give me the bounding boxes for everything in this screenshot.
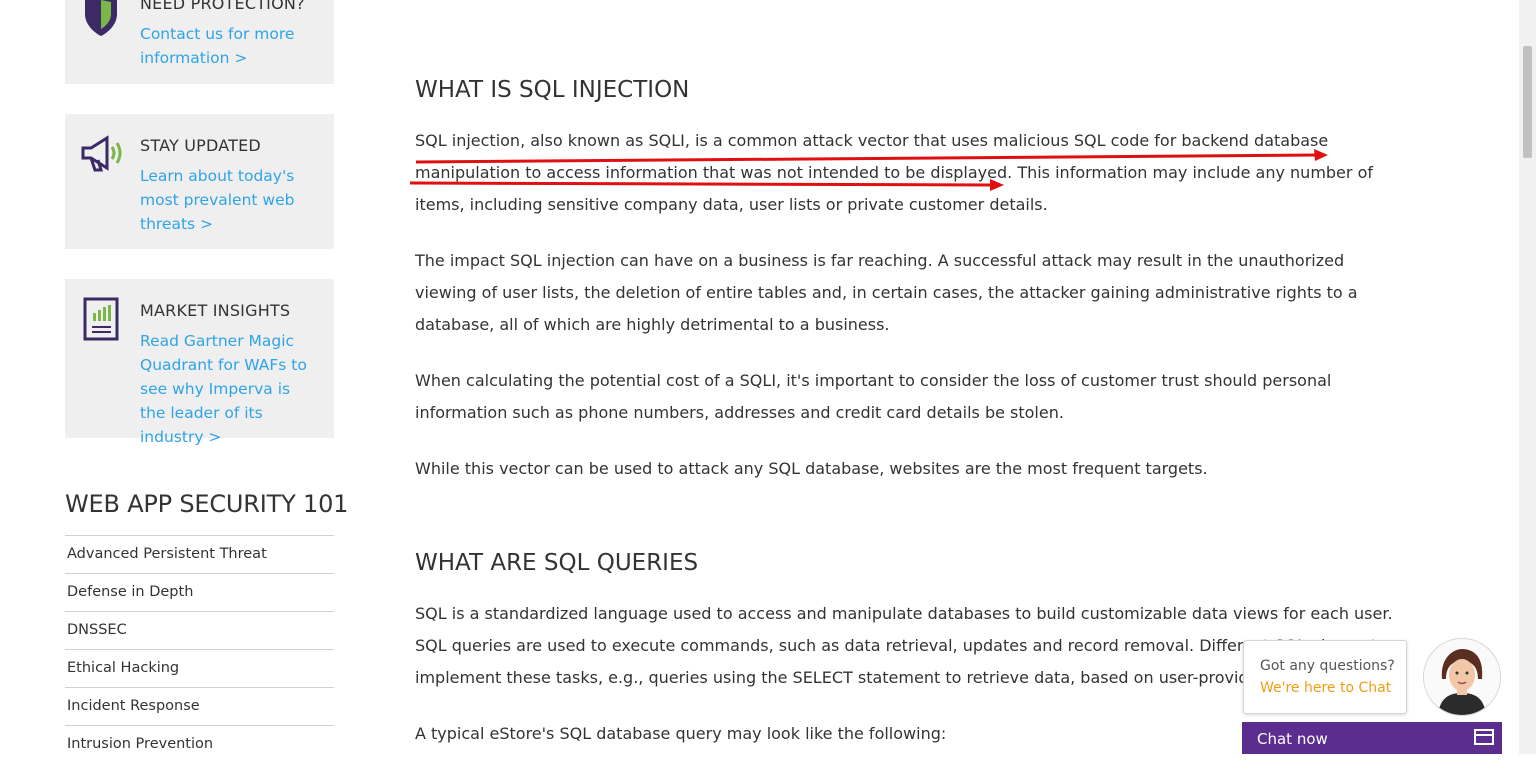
list-item[interactable]: Intrusion Prevention (65, 725, 334, 763)
gartner-link[interactable]: Read Gartner Magic Quadrant for WAFs to … (140, 329, 310, 449)
section-title: WEB APP SECURITY 101 (65, 490, 349, 518)
promo-title: MARKET INSIGHTS (140, 301, 291, 320)
heading-what-are-sql-queries: WHAT ARE SQL QUERIES (415, 550, 699, 576)
list-item[interactable]: Incident Response (65, 687, 334, 725)
chat-question: Got any questions? (1260, 658, 1395, 674)
promo-title: STAY UPDATED (140, 136, 261, 155)
list-item[interactable]: Advanced Persistent Threat (65, 535, 334, 573)
threats-link[interactable]: Learn about today's most prevalent web t… (140, 164, 310, 236)
chat-now-label: Chat now (1257, 730, 1328, 748)
chat-agent-avatar[interactable] (1423, 638, 1501, 716)
scrollbar[interactable] (1519, 0, 1536, 754)
promo-title: NEED PROTECTION? (140, 0, 305, 13)
contact-link[interactable]: Contact us for more information > (140, 22, 310, 70)
promo-protection: NEED PROTECTION? Contact us for more inf… (65, 0, 334, 84)
paragraph: The impact SQL injection can have on a b… (415, 251, 1358, 334)
list-item[interactable]: Ethical Hacking (65, 649, 334, 687)
list-item[interactable]: Defense in Depth (65, 573, 334, 611)
chat-now-button[interactable]: Chat now (1242, 722, 1502, 754)
window-icon[interactable] (1474, 729, 1494, 745)
promo-market-insights: MARKET INSIGHTS Read Gartner Magic Quadr… (65, 279, 334, 446)
shield-icon (79, 0, 127, 38)
paragraph: When calculating the potential cost of a… (415, 371, 1332, 422)
security-topics-list: Advanced Persistent Threat Defense in De… (65, 535, 334, 763)
report-chart-icon (83, 297, 131, 345)
paragraph: SQL injection, also known as SQLI, is a … (415, 131, 1373, 214)
chat-answer: We're here to Chat (1260, 680, 1392, 696)
heading-what-is-sql-injection: WHAT IS SQL INJECTION (415, 77, 690, 103)
list-item[interactable]: DNSSEC (65, 611, 334, 649)
chat-prompt-bubble[interactable]: Got any questions? We're here to Chat (1243, 640, 1407, 714)
paragraph: While this vector can be used to attack … (415, 459, 1208, 478)
scrollbar-thumb[interactable] (1523, 46, 1532, 158)
promo-stay-updated: STAY UPDATED Learn about today's most pr… (65, 114, 334, 249)
megaphone-icon (79, 134, 127, 182)
